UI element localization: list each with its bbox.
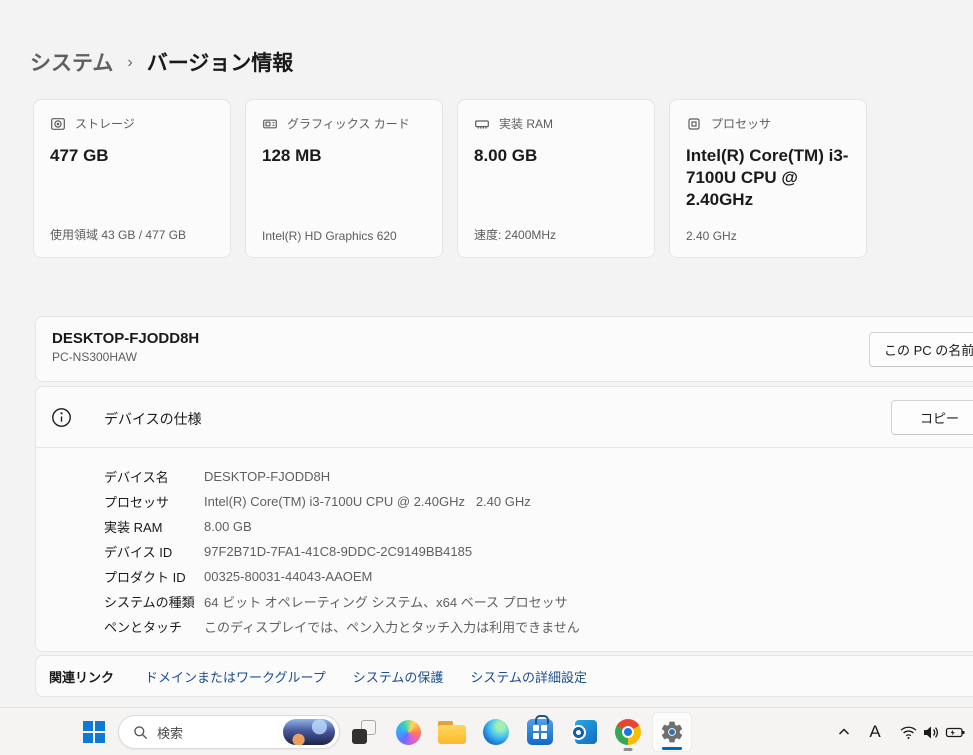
spec-value: 8.00 GB [204,519,252,534]
card-caption: Intel(R) HD Graphics 620 [262,229,397,243]
settings-gear-icon [659,719,685,745]
processor-icon [686,116,702,132]
card-label: 実装 RAM [499,115,553,132]
spec-label: 実装 RAM [104,517,204,536]
outlook-button[interactable] [564,712,604,752]
spec-row-device-name: デバイス名 DESKTOP-FJODD8H [104,464,973,489]
related-links-title: 関連リンク [49,667,114,686]
copilot-icon [396,720,421,745]
task-view-button[interactable] [344,712,384,752]
card-caption: 使用領域 43 GB / 477 GB [50,226,186,243]
graphics-card-icon [262,116,278,132]
chrome-icon [615,719,641,745]
chevron-up-icon [836,724,852,740]
link-system-protection[interactable]: システムの保護 [353,667,444,686]
file-explorer-icon [438,721,466,744]
spec-label: ペンとタッチ [104,617,204,636]
device-name-card: DESKTOP-FJODD8H PC-NS300HAW この PC の名前を変更 [35,316,973,382]
ime-mode-button[interactable]: A [860,708,890,755]
ram-icon [474,116,490,132]
ram-card: 実装 RAM 8.00 GB 速度: 2400MHz [457,99,655,258]
breadcrumb: システム › バージョン情報 [30,47,293,77]
wifi-icon [899,723,918,742]
battery-button[interactable] [941,708,969,755]
spec-value: Intel(R) Core(TM) i3-7100U CPU @ 2.40GHz… [204,494,531,509]
spec-row-product-id: プロダクト ID 00325-80031-44043-AAOEM [104,564,973,589]
windows-logo-icon [83,721,105,743]
spec-label: プロダクト ID [104,567,204,586]
spec-value: 00325-80031-44043-AAOEM [204,569,372,584]
spec-label: システムの種類 [104,592,204,611]
volume-icon [921,723,940,742]
search-placeholder: 検索 [157,723,274,742]
device-specs-title: デバイスの仕様 [104,409,202,429]
settings-window: システム › バージョン情報 ストレージ 477 GB 使用領域 43 GB /… [0,0,973,755]
spec-label: プロセッサ [104,492,204,511]
graphics-card: グラフィックス カード 128 MB Intel(R) HD Graphics … [245,99,443,258]
spec-row-pen-touch: ペンとタッチ このディスプレイでは、ペン入力とタッチ入力は利用できません [104,614,973,639]
file-explorer-button[interactable] [432,712,472,752]
link-domain-workgroup[interactable]: ドメインまたはワークグループ [145,667,326,686]
processor-card: プロセッサ Intel(R) Core(TM) i3-7100U CPU @ 2… [669,99,867,258]
related-links-card: 関連リンク ドメインまたはワークグループ システムの保護 システムの詳細設定 [35,655,973,697]
spec-row-ram: 実装 RAM 8.00 GB [104,514,973,539]
page-title: バージョン情報 [147,47,294,77]
card-value: 128 MB [262,145,426,167]
chrome-button[interactable] [608,712,648,752]
spec-label: デバイス ID [104,542,204,561]
spec-label: デバイス名 [104,467,204,486]
spec-value: DESKTOP-FJODD8H [204,469,330,484]
card-caption: 2.40 GHz [686,229,737,243]
card-value: 477 GB [50,145,214,167]
copy-button[interactable]: コピー [891,400,973,435]
card-label: ストレージ [75,115,135,132]
search-box[interactable]: 検索 [118,715,340,749]
card-label: プロセッサ [711,115,771,132]
settings-button[interactable] [652,712,692,752]
volume-button[interactable] [917,708,943,755]
edge-button[interactable] [476,712,516,752]
card-value: Intel(R) Core(TM) i3-7100U CPU @ 2.40GHz [686,145,850,211]
card-label: グラフィックス カード [287,115,410,132]
device-name: DESKTOP-FJODD8H [52,330,973,347]
storage-card: ストレージ 477 GB 使用領域 43 GB / 477 GB [33,99,231,258]
tray-chevron-up-button[interactable] [830,708,858,755]
edge-icon [483,719,509,745]
spec-row-system-type: システムの種類 64 ビット オペレーティング システム、x64 ベース プロセ… [104,589,973,614]
device-specs-section: デバイスの仕様 コピー デバイス名 DESKTOP-FJODD8H プロセッサ … [35,386,973,652]
task-view-icon [352,720,376,744]
breadcrumb-system[interactable]: システム [30,47,113,77]
start-button[interactable] [74,712,114,752]
spec-value: 97F2B71D-7FA1-41C8-9DDC-2C9149BB4185 [204,544,472,559]
rename-pc-button[interactable]: この PC の名前を変更 [869,332,973,367]
search-highlight-image [283,719,335,745]
battery-icon [945,723,966,742]
spec-value: 64 ビット オペレーティング システム、x64 ベース プロセッサ [204,592,568,611]
device-specs-header[interactable]: デバイスの仕様 コピー [36,387,973,448]
info-icon [51,407,72,428]
card-caption: 速度: 2400MHz [474,226,556,243]
chevron-right-icon: › [127,52,132,72]
spec-value: このディスプレイでは、ペン入力とタッチ入力は利用できません [204,617,580,636]
microsoft-store-icon [527,719,553,745]
device-specs-table: デバイス名 DESKTOP-FJODD8H プロセッサ Intel(R) Cor… [36,448,973,639]
microsoft-store-button[interactable] [520,712,560,752]
copilot-button[interactable] [388,712,428,752]
card-value: 8.00 GB [474,145,638,167]
storage-icon [50,116,66,132]
spec-row-device-id: デバイス ID 97F2B71D-7FA1-41C8-9DDC-2C9149BB… [104,539,973,564]
taskbar: 検索 [0,707,973,755]
search-icon [133,725,148,740]
ime-ja-indicator: A [869,722,880,742]
spec-row-processor: プロセッサ Intel(R) Core(TM) i3-7100U CPU @ 2… [104,489,973,514]
device-model: PC-NS300HAW [52,350,973,364]
link-advanced-system-settings[interactable]: システムの詳細設定 [470,667,587,686]
outlook-icon [571,720,597,744]
